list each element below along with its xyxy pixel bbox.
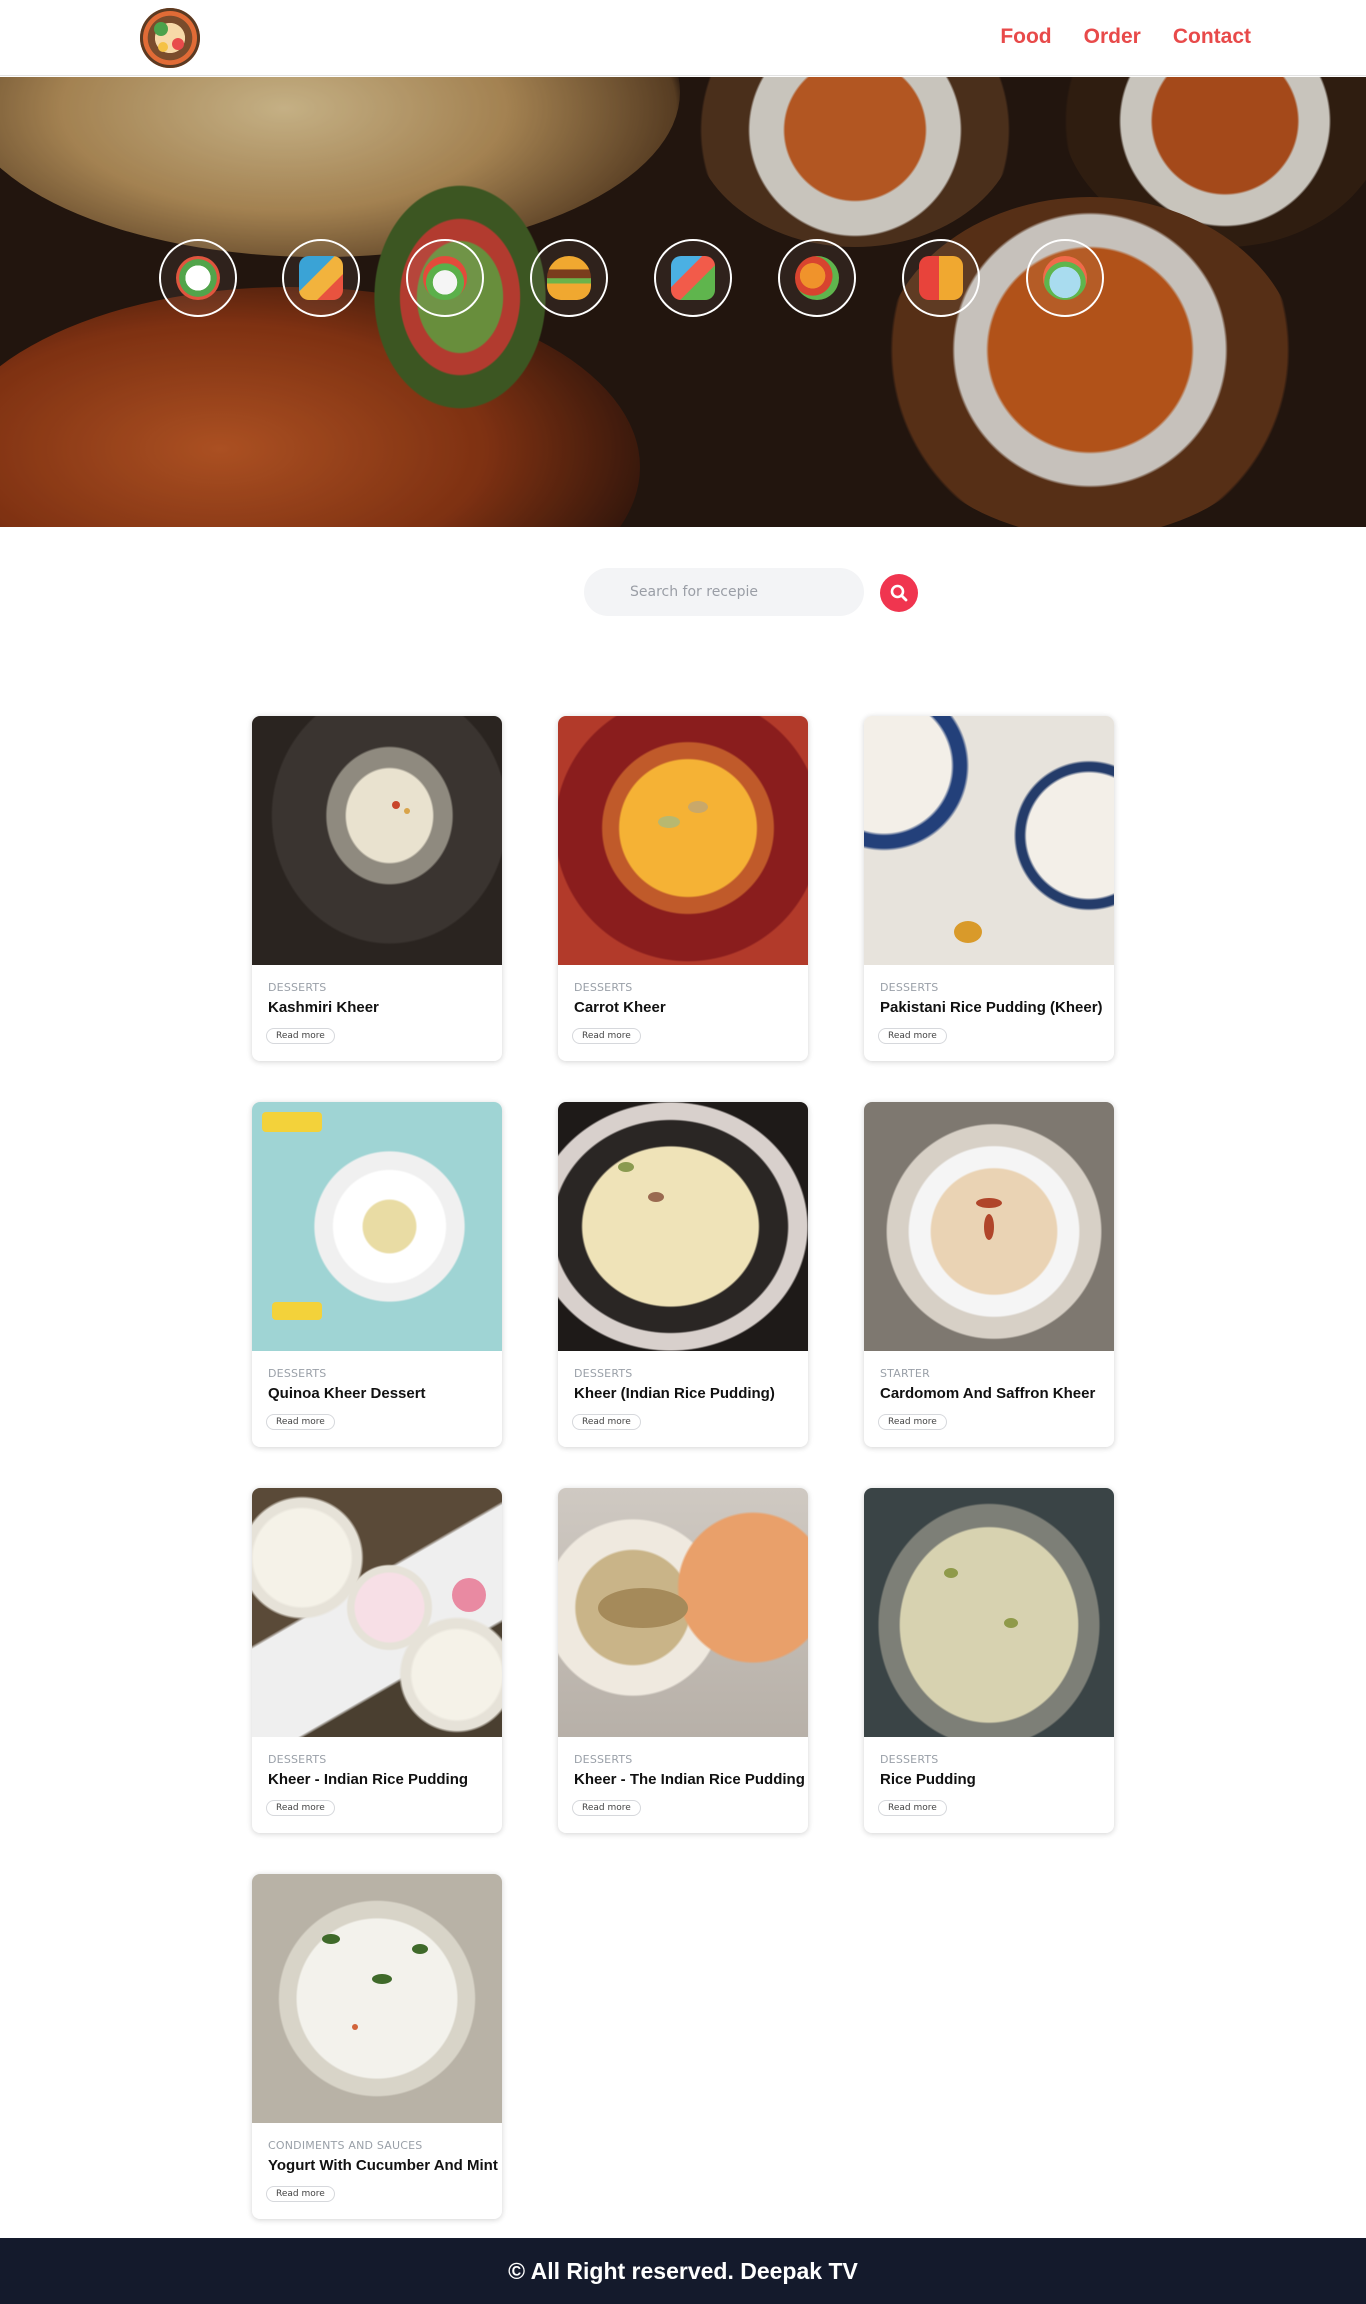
- read-more-button[interactable]: Read more: [572, 1414, 641, 1430]
- burger-icon: [547, 256, 591, 300]
- recipe-image: [252, 1488, 502, 1737]
- nav-link-food[interactable]: Food: [1000, 24, 1051, 50]
- recipe-title: Kheer - Indian Rice Pudding: [268, 1771, 469, 1788]
- search-input[interactable]: [584, 568, 864, 616]
- hero-banner: [0, 77, 1366, 527]
- read-more-button[interactable]: Read more: [266, 1028, 335, 1044]
- read-more-button[interactable]: Read more: [572, 1028, 641, 1044]
- recipe-image: [864, 1488, 1114, 1737]
- recipe-title: Pakistani Rice Pudding (Kheer): [880, 999, 1103, 1016]
- soda-burger-icon: [919, 256, 963, 300]
- recipe-card[interactable]: DESSERTS Carrot Kheer Read more: [558, 716, 808, 1061]
- nav-link-contact[interactable]: Contact: [1173, 24, 1251, 50]
- recipe-category: DESSERTS: [574, 1753, 633, 1766]
- category-icon-row: [0, 239, 1366, 317]
- recipe-image: [558, 1102, 808, 1351]
- search-icon: [890, 584, 908, 602]
- category-burger[interactable]: [530, 239, 608, 317]
- site-logo-icon[interactable]: [140, 8, 200, 68]
- recipe-category: DESSERTS: [268, 1367, 327, 1380]
- recipe-image: [252, 1874, 502, 2123]
- recipe-image: [558, 716, 808, 965]
- recipe-image: [864, 716, 1114, 965]
- recipe-title: Carrot Kheer: [574, 999, 666, 1016]
- recipe-category: DESSERTS: [574, 1367, 633, 1380]
- read-more-button[interactable]: Read more: [878, 1800, 947, 1816]
- category-grocery-basket[interactable]: [654, 239, 732, 317]
- recipe-image: [252, 1102, 502, 1351]
- recipe-card[interactable]: DESSERTS Pakistani Rice Pudding (Kheer) …: [864, 716, 1114, 1061]
- recipe-title: Quinoa Kheer Dessert: [268, 1385, 426, 1402]
- recipe-image: [558, 1488, 808, 1737]
- recipe-card[interactable]: DESSERTS Kheer - The Indian Rice Pudding…: [558, 1488, 808, 1833]
- recipe-category: DESSERTS: [268, 1753, 327, 1766]
- recipe-category: DESSERTS: [880, 981, 939, 994]
- recipe-title: Rice Pudding: [880, 1771, 976, 1788]
- recipe-category: DESSERTS: [268, 981, 327, 994]
- vegetable-bowl-icon: [1043, 256, 1087, 300]
- read-more-button[interactable]: Read more: [266, 1414, 335, 1430]
- recipe-card[interactable]: DESSERTS Kheer (Indian Rice Pudding) Rea…: [558, 1102, 808, 1447]
- fast-food-drink-icon: [299, 256, 343, 300]
- recipe-image: [864, 1102, 1114, 1351]
- category-fruits-vegetables[interactable]: [778, 239, 856, 317]
- recipe-card[interactable]: DESSERTS Kheer - Indian Rice Pudding Rea…: [252, 1488, 502, 1833]
- navbar: Food Order Contact: [0, 0, 1366, 76]
- recipe-category: CONDIMENTS AND SAUCES: [268, 2139, 423, 2152]
- recipe-title: Cardomom And Saffron Kheer: [880, 1385, 1096, 1402]
- footer: © All Right reserved. Deepak TV: [0, 2238, 1366, 2304]
- read-more-button[interactable]: Read more: [266, 2186, 335, 2202]
- read-more-button[interactable]: Read more: [878, 1414, 947, 1430]
- recipe-card[interactable]: DESSERTS Kashmiri Kheer Read more: [252, 716, 502, 1061]
- recipe-image: [252, 716, 502, 965]
- recipe-card[interactable]: STARTER Cardomom And Saffron Kheer Read …: [864, 1102, 1114, 1447]
- recipe-category: STARTER: [880, 1367, 930, 1380]
- recipe-title: Kheer - The Indian Rice Pudding: [574, 1771, 805, 1788]
- main-nav: Food Order Contact: [1000, 24, 1251, 50]
- recipe-card[interactable]: CONDIMENTS AND SAUCES Yogurt With Cucumb…: [252, 1874, 502, 2219]
- search-bar: [584, 568, 924, 616]
- footer-copyright: © All Right reserved. Deepak TV: [508, 2257, 858, 2284]
- read-more-button[interactable]: Read more: [572, 1800, 641, 1816]
- recipe-card[interactable]: DESSERTS Quinoa Kheer Dessert Read more: [252, 1102, 502, 1447]
- category-salad-bowl[interactable]: [406, 239, 484, 317]
- grocery-basket-icon: [671, 256, 715, 300]
- read-more-button[interactable]: Read more: [266, 1800, 335, 1816]
- category-salad-plate[interactable]: [159, 239, 237, 317]
- salad-bowl-icon: [423, 256, 467, 300]
- read-more-button[interactable]: Read more: [878, 1028, 947, 1044]
- recipe-title: Yogurt With Cucumber And Mint: [268, 2157, 498, 2174]
- category-soda-burger[interactable]: [902, 239, 980, 317]
- search-button[interactable]: [880, 574, 918, 612]
- nav-link-order[interactable]: Order: [1084, 24, 1141, 50]
- recipe-title: Kheer (Indian Rice Pudding): [574, 1385, 775, 1402]
- salad-plate-icon: [176, 256, 220, 300]
- category-fast-food-drink[interactable]: [282, 239, 360, 317]
- recipe-card[interactable]: DESSERTS Rice Pudding Read more: [864, 1488, 1114, 1833]
- fruits-vegetables-icon: [795, 256, 839, 300]
- category-vegetable-bowl[interactable]: [1026, 239, 1104, 317]
- recipe-title: Kashmiri Kheer: [268, 999, 379, 1016]
- recipe-category: DESSERTS: [880, 1753, 939, 1766]
- recipe-category: DESSERTS: [574, 981, 633, 994]
